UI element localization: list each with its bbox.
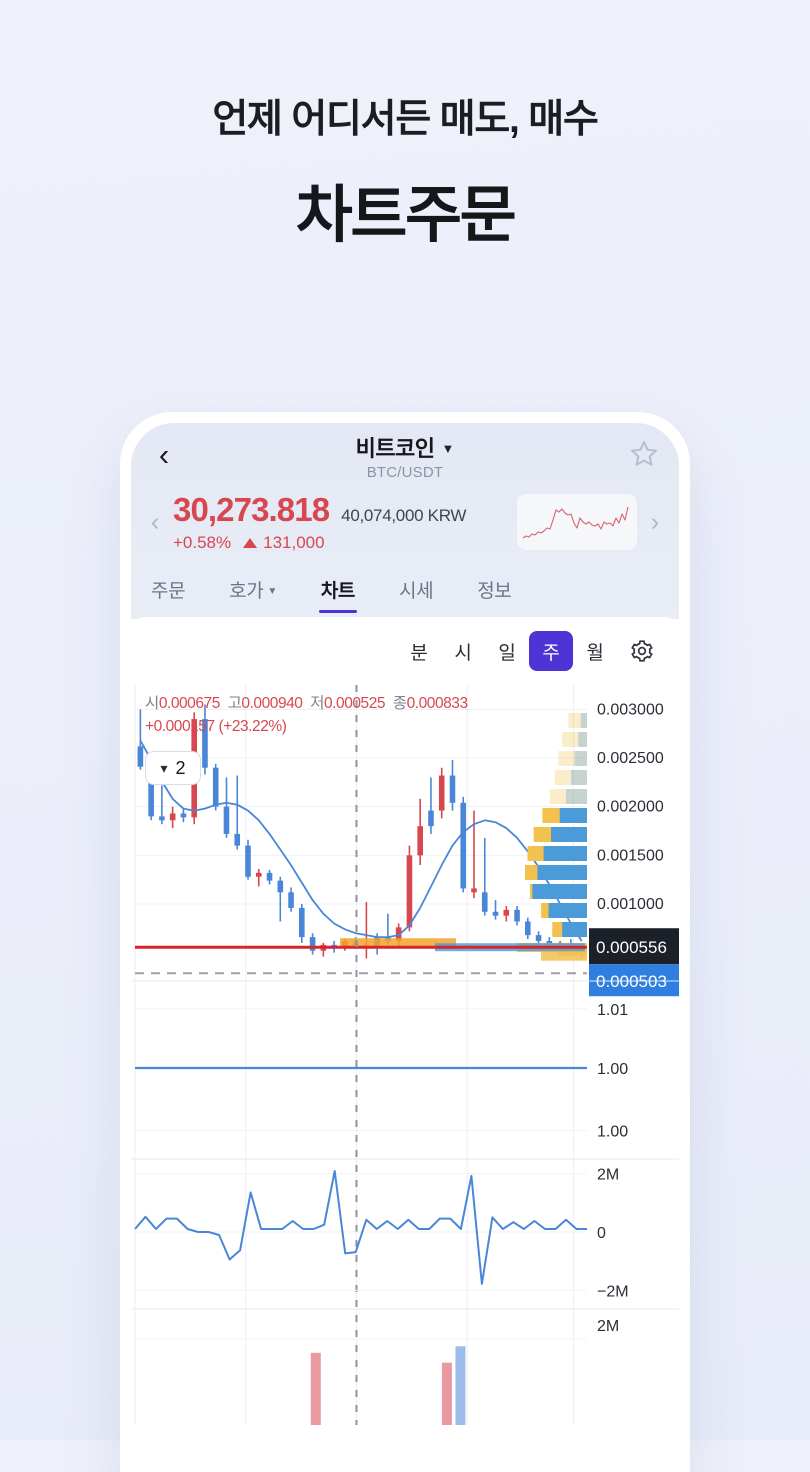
coin-pair: BTC/USDT (366, 464, 444, 481)
tab-quotes[interactable]: 시세 (399, 576, 434, 615)
timeframe-bar: 분 시 일 주 월 (131, 617, 679, 685)
app-header: ‹ 비트코인 ▼ BTC/USDT ‹ 30,273.818 40,074,00… (131, 423, 679, 619)
timeframe-hour[interactable]: 시 (441, 631, 485, 671)
tab-orderbook-label: 호가 (229, 581, 264, 602)
candle-count-value: 2 (175, 757, 186, 778)
svg-text:1.00: 1.00 (597, 1061, 628, 1078)
triangle-up-icon (243, 538, 258, 548)
price-krw: 40,074,000 KRW (341, 506, 467, 525)
chart-canvas[interactable]: 시0.000675 고0.000940 저0.000525 종0.000833 … (131, 685, 679, 1425)
tab-chart[interactable]: 차트 (318, 576, 358, 615)
timeframe-minute[interactable]: 분 (397, 631, 441, 671)
tab-info[interactable]: 정보 (477, 576, 512, 615)
chevron-down-icon[interactable]: ▼ (442, 441, 455, 456)
ohlc-open-value: 0.000675 (158, 695, 221, 712)
promo-screenshot: 언제 어디서든 매도, 매수 차트주문 ‹ 비트코인 ▼ BTC/USDT ‹ … (0, 0, 810, 1472)
svg-text:0.003000: 0.003000 (597, 701, 664, 718)
candle-count-selector[interactable]: ▾ 2 (145, 751, 201, 785)
timeframe-month[interactable]: 월 (573, 631, 617, 671)
ohlc-high-value: 0.000940 (241, 695, 303, 712)
promo-title: 차트주문 (295, 180, 517, 250)
tab-order[interactable]: 주문 (151, 576, 186, 615)
ohlc-high-label: 고 (227, 695, 242, 712)
timeframe-week[interactable]: 주 (529, 631, 573, 671)
ohlc-low-value: 0.000525 (324, 695, 386, 712)
chevron-down-icon: ▾ (160, 760, 168, 776)
svg-text:0.000556: 0.000556 (596, 938, 667, 957)
promo-header: 언제 어디서든 매도, 매수 차트주문 (0, 0, 810, 252)
svg-text:0.002500: 0.002500 (597, 750, 664, 767)
svg-text:−2M: −2M (597, 1283, 629, 1300)
svg-text:0.000503: 0.000503 (596, 972, 667, 991)
phone-mockup: ‹ 비트코인 ▼ BTC/USDT ‹ 30,273.818 40,074,00… (120, 412, 690, 1472)
ohlc-readout: 시0.000675 고0.000940 저0.000525 종0.000833 … (145, 692, 468, 739)
gear-icon[interactable] (621, 631, 663, 671)
change-percent: +0.58% (173, 533, 232, 552)
phone-screen: ‹ 비트코인 ▼ BTC/USDT ‹ 30,273.818 40,074,00… (131, 423, 679, 1472)
promo-subtitle: 언제 어디서든 매도, 매수 (212, 98, 599, 141)
star-outline-icon[interactable] (627, 437, 661, 471)
change-value: 131,000 (263, 533, 325, 552)
chart-panel: 분 시 일 주 월 시0.000675 고0.000940 저0.000525 … (131, 617, 679, 1425)
ticker-row: ‹ 30,273.818 40,074,000 KRW +0.58% 131,0… (131, 485, 679, 567)
current-price: 30,273.818 (173, 491, 330, 528)
svg-text:0: 0 (597, 1225, 606, 1242)
timeframe-day[interactable]: 일 (485, 631, 529, 671)
svg-text:2M: 2M (597, 1318, 619, 1335)
change-value-group: 131,000 (243, 533, 325, 553)
svg-text:0.001000: 0.001000 (597, 896, 664, 913)
tab-quotes-label: 시세 (399, 581, 434, 602)
svg-text:0.002000: 0.002000 (597, 799, 664, 816)
nav-title-group: 비트코인 ▼ BTC/USDT (131, 431, 679, 481)
ohlc-open-label: 시 (145, 695, 159, 712)
price-block: 30,273.818 40,074,000 KRW +0.58% 131,000 (169, 491, 513, 553)
chart-graphics: 0.003000 0.002500 0.002000 0.001500 0.001000… (131, 685, 679, 1425)
ohlc-line: 시0.000675 고0.000940 저0.000525 종0.000833 (145, 692, 468, 715)
chevron-down-icon: ▼ (267, 586, 277, 598)
svg-text:1.01: 1.01 (597, 1002, 628, 1019)
sparkline-chart (522, 506, 629, 539)
ohlc-close-value: 0.000833 (406, 695, 469, 712)
ohlc-low-label: 저 (310, 695, 324, 712)
ohlc-close-label: 종 (392, 695, 407, 712)
nav-bar: ‹ 비트코인 ▼ BTC/USDT (131, 423, 679, 485)
tab-chart-label: 차트 (320, 581, 356, 602)
ohlc-change-line: +0.000157 (+23.22%) (145, 718, 287, 736)
tab-order-label: 주문 (151, 581, 186, 602)
back-icon[interactable]: ‹ (149, 439, 179, 470)
svg-text:0.001500: 0.001500 (597, 847, 664, 864)
prev-coin-icon[interactable]: ‹ (145, 509, 165, 535)
sparkline-card[interactable] (517, 494, 637, 550)
tab-bar: 주문 호가 ▼ 차트 시세 정보 (131, 567, 679, 615)
svg-text:1.00: 1.00 (597, 1124, 628, 1141)
svg-text:2M: 2M (597, 1167, 619, 1184)
tab-orderbook[interactable]: 호가 ▼ (229, 576, 277, 615)
next-coin-icon[interactable]: › (645, 509, 665, 535)
coin-name[interactable]: 비트코인 (356, 431, 435, 463)
tab-info-label: 정보 (477, 581, 512, 602)
